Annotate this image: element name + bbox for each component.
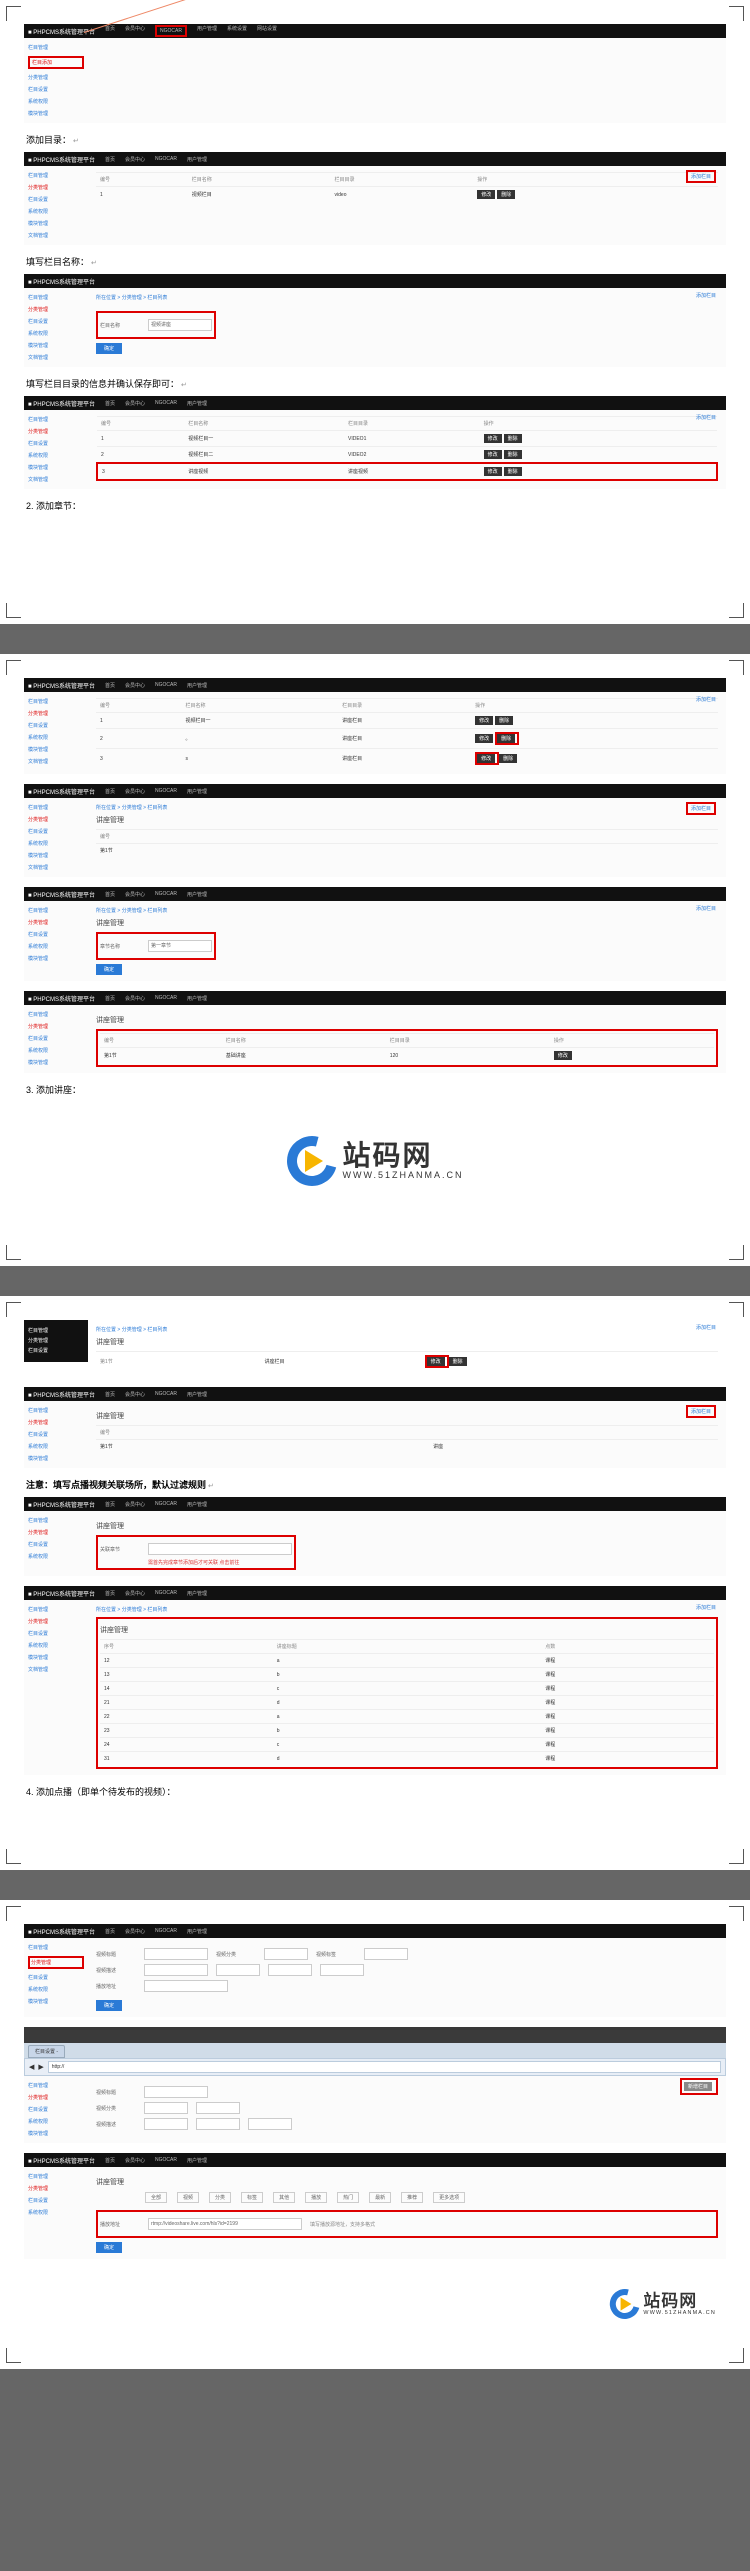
narration: 添加目录： (26, 133, 726, 146)
play-url-input[interactable]: rtmp://videoshare.live.com/hls?id=2199 (148, 2218, 302, 2230)
section-title: 讲座管理 (96, 815, 718, 825)
watermark-logo: 站码网WWW.51ZHANMA.CN (24, 1136, 726, 1186)
step-heading: 4. 添加点播（即单个待发布的视频）： (26, 1785, 726, 1798)
add-link[interactable]: 添加栏目 (686, 170, 716, 183)
doc-page-1: PHPCMS系统管理平台 首页 会员中心 NGOCAR 用户管理 系统设置 网站… (0, 0, 750, 624)
warning-text: 需首先完成章节添加后才可关联 点击前往 (100, 1559, 292, 1566)
step-heading: 3. 添加讲座： (26, 1083, 726, 1096)
sidebar-item[interactable]: 系统权限 (28, 98, 84, 105)
submit-button[interactable]: 确定 (96, 343, 122, 354)
name-input[interactable]: 视频讲座 (148, 319, 212, 331)
browser-tab[interactable]: 栏目设置 - (28, 2045, 65, 2058)
url-input[interactable]: http:// (48, 2061, 721, 2073)
nav-item[interactable]: 首页 (105, 25, 115, 37)
sidebar-item[interactable]: 栏目设置 (28, 86, 84, 93)
edit-button[interactable]: 修改 (477, 190, 495, 199)
nav-item[interactable]: 用户管理 (197, 25, 217, 37)
admin-panel: PHPCMS系统管理平台 首页 会员中心 NGOCAR 用户管理 系统设置 网站… (24, 24, 726, 123)
sidebar-item[interactable]: 分类管理 (28, 74, 84, 81)
nav-item[interactable]: 系统设置 (227, 25, 247, 37)
nav-item[interactable]: 网站设置 (257, 25, 277, 37)
sidebar-item[interactable]: 模块管理 (28, 110, 84, 117)
sidebar-item-active[interactable]: 栏目添加 (32, 60, 52, 66)
step-heading: 2. 添加章节： (26, 499, 726, 512)
sidebar-item[interactable]: 栏目管理 (28, 44, 84, 51)
play-icon (287, 1136, 337, 1186)
back-icon[interactable]: ◀ (29, 2063, 34, 2071)
lecture-table: 序号讲座标题点数 12a课程 13b课程 14c课程 21d课程 22a课程 2… (100, 1639, 714, 1765)
new-button[interactable]: 新增栏目 (684, 2082, 712, 2091)
breadcrumb: 所在位置 > 分类管理 > 栏目列表 (96, 294, 718, 301)
relate-input[interactable] (148, 1543, 292, 1555)
delete-button[interactable]: 删除 (497, 190, 515, 199)
doc-page-3: 栏目管理 分类管理 栏目设置 所在位置 > 分类管理 > 栏目列表 添加栏目 讲… (0, 1296, 750, 1870)
nav-item-active[interactable]: NGOCAR (160, 28, 182, 34)
category-table: 编号栏目名称栏目目录操作 1视频栏目video 修改删除 (96, 172, 718, 202)
doc-page-4: PHPCMS系统管理平台 首页会员中心NGOCAR用户管理 栏目管理 分类管理 … (0, 1900, 750, 2369)
doc-page-2: PHPCMS系统管理平台 首页会员中心NGOCAR用户管理 栏目管理分类管理 栏… (0, 654, 750, 1266)
browser-address-bar: ◀ ▶ http:// (24, 2058, 726, 2076)
forward-icon[interactable]: ▶ (38, 2063, 43, 2071)
top-nav: 首页 会员中心 NGOCAR 用户管理 系统设置 网站设置 (105, 25, 277, 37)
watermark-logo-small: 站码网WWW.51ZHANMA.CN (301, 2289, 716, 2319)
table-row: 1视频栏目video 修改删除 (96, 187, 718, 203)
nav-item[interactable]: 会员中心 (125, 25, 145, 37)
chapter-input[interactable]: 第一章节 (148, 940, 212, 952)
